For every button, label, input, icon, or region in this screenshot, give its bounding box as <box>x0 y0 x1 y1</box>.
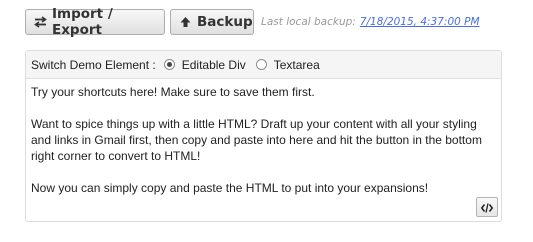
import-export-label: Import / Export <box>52 6 113 38</box>
cloud-upload-icon <box>179 16 192 28</box>
radio-editable-div-label: Editable Div <box>181 57 246 72</box>
editor-paragraph: Try your shortcuts here! Make sure to sa… <box>31 85 315 99</box>
backup-label: Backup <box>197 14 253 30</box>
convert-to-html-button[interactable] <box>476 197 498 217</box>
editor-paragraph: Now you can simply copy and paste the HT… <box>31 181 429 195</box>
code-icon <box>480 198 494 217</box>
last-backup-prefix: Last local backup: <box>261 16 356 28</box>
import-export-button[interactable]: Import / Export <box>25 6 165 38</box>
radio-textarea-label: Textarea <box>273 57 320 72</box>
backup-button[interactable]: Backup <box>170 9 254 35</box>
last-backup-link[interactable]: 7/18/2015, 4:37:00 PM <box>360 16 480 28</box>
switch-demo-label: Switch Demo Element : <box>31 57 156 72</box>
radio-textarea[interactable]: Textarea <box>255 57 320 72</box>
toolbar: Import / Export Backup Last local backup… <box>25 6 480 38</box>
radio-editable-div-button[interactable] <box>163 59 175 70</box>
editable-div[interactable]: Try your shortcuts here! Make sure to sa… <box>31 84 493 212</box>
editor-paragraph: Want to spice things up with a little HT… <box>31 117 482 163</box>
radio-editable-div[interactable]: Editable Div <box>163 57 246 72</box>
demo-panel: Switch Demo Element : Editable Div Texta… <box>25 50 502 222</box>
radio-textarea-button[interactable] <box>255 59 267 70</box>
demo-switch-bar: Switch Demo Element : Editable Div Texta… <box>26 51 501 79</box>
last-backup-info: Last local backup: 7/18/2015, 4:37:00 PM <box>261 16 480 28</box>
swap-arrows-icon <box>34 16 47 28</box>
